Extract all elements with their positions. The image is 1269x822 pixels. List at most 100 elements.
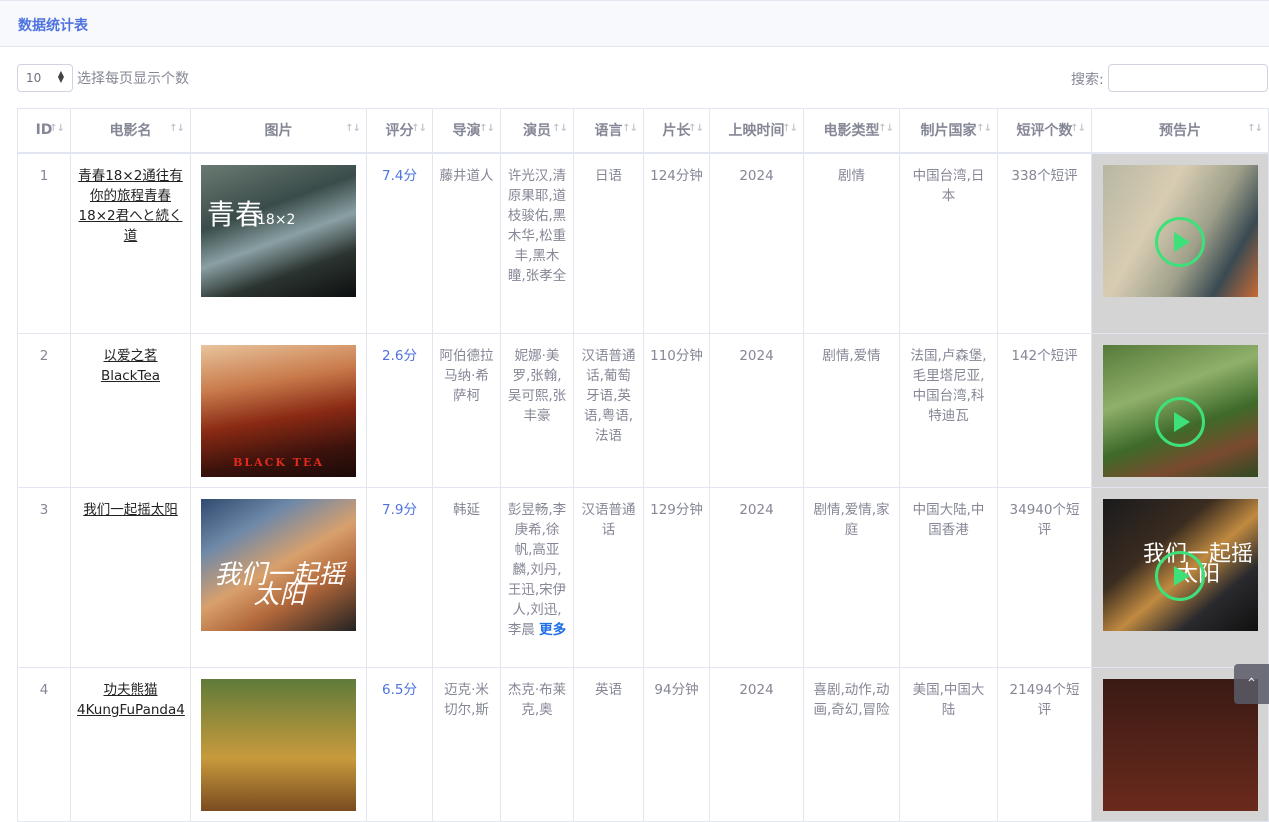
cell-release: 2024 [709,487,804,668]
cell-score: 6.5分 [366,667,433,822]
sort-icon: ↑↓ [552,123,568,134]
play-icon[interactable] [1154,216,1205,267]
sort-icon: ↑↓ [49,123,65,134]
cell-director: 迈克·米切尔,斯 [432,667,501,822]
cell-actors: 杰克·布莱克,奥 [500,667,574,822]
cell-reviews: 142个短评 [997,333,1092,488]
cell-trailer [1091,333,1269,488]
select-arrows-icon: ▲ ▼ [57,69,64,84]
cell-reviews: 34940个短评 [997,487,1092,668]
movie-link[interactable]: 我们一起摇太阳 [83,502,178,518]
sort-icon: ↑↓ [878,123,894,134]
column-header-trailer[interactable]: 预告片 ↑↓ [1091,108,1269,154]
movie-link[interactable]: 功夫熊猫 [104,682,158,698]
search-label: 搜索: [1071,72,1104,88]
page-length-label: 选择每页显示个数 [77,71,189,87]
cell-actors: 许光汉,清原果耶,道枝骏佑,黑木华,松重丰,黑木瞳,张孝全 [500,152,574,334]
movie-link[interactable]: 以爱之茗 [104,348,158,364]
poster-image[interactable]: 青春 18×2 [201,164,356,297]
cell-poster [190,667,367,822]
cell-director: 藤井道人 [432,152,501,334]
table-row: 2 以爱之茗 BlackTea BLACK TEA 2.6分 阿伯德拉马纳·希萨… [17,333,1269,488]
cell-duration: 124分钟 [643,152,710,334]
sort-icon: ↑↓ [688,123,704,134]
sort-icon: ↑↓ [411,123,427,134]
sort-icon: ↑↓ [622,123,638,134]
movie-link[interactable]: 青春18×2通往有你的旅程青春18×2君へと続く道 [78,168,183,244]
movie-link-en[interactable]: 4KungFuPanda4 [77,702,185,718]
table-row: 4 功夫熊猫 4KungFuPanda4 6.5分 迈克·米切尔,斯 杰克·布莱… [17,667,1269,822]
cell-name: 以爱之茗 BlackTea [70,333,191,488]
cell-id: 4 [17,667,71,822]
play-icon[interactable] [1154,551,1205,601]
column-header-score[interactable]: 评分 ↑↓ [366,108,433,154]
table-row: 1 青春18×2通往有你的旅程青春18×2君へと続く道 青春 18×2 7.4分… [17,152,1269,334]
page-title: 数据统计表 [18,18,88,34]
cell-country: 中国台湾,日本 [899,152,998,334]
sort-icon: ↑↓ [169,123,185,134]
more-link[interactable]: 更多 [539,622,566,638]
cell-reviews: 21494个短评 [997,667,1092,822]
sort-icon: ↑↓ [782,123,798,134]
column-header-actors[interactable]: 演员 ↑↓ [500,108,574,154]
cell-country: 美国,中国大陆 [899,667,998,822]
column-header-release[interactable]: 上映时间 ↑↓ [709,108,804,154]
trailer-video[interactable]: 我们一起摇太阳 [1102,499,1258,631]
cell-duration: 94分钟 [643,667,710,822]
sort-icon: ↑↓ [1247,123,1263,134]
play-icon[interactable] [1154,397,1205,447]
cell-duration: 129分钟 [643,487,710,668]
cell-name: 我们一起摇太阳 [70,487,191,668]
cell-id: 2 [17,333,71,488]
actors-text: 彭昱畅,李庚希,徐帆,高亚麟,刘丹,王迅,宋伊人,刘迅,李晨 [507,502,567,638]
chevron-up-icon: ⌃ [1245,676,1258,692]
cell-poster: 我们一起摇太阳 [190,487,367,668]
column-header-name[interactable]: 电影名 ↑↓ [70,108,191,154]
page-length-select[interactable]: 10 ▲ ▼ [17,64,73,92]
cell-actors: 彭昱畅,李庚希,徐帆,高亚麟,刘丹,王迅,宋伊人,刘迅,李晨 更多 [500,487,574,668]
cell-duration: 110分钟 [643,333,710,488]
cell-language: 日语 [573,152,644,334]
column-header-director[interactable]: 导演 ↑↓ [432,108,501,154]
poster-image[interactable]: BLACK TEA [201,345,356,477]
cell-score: 7.9分 [366,487,433,668]
column-header-genre[interactable]: 电影类型 ↑↓ [803,108,900,154]
cell-trailer [1091,152,1269,334]
cell-genre: 剧情,爱情,家庭 [803,487,900,668]
cell-reviews: 338个短评 [997,152,1092,334]
cell-language: 汉语普通话 [573,487,644,668]
column-header-id[interactable]: ID ↑↓ [17,108,71,154]
movie-link-en[interactable]: BlackTea [101,368,160,384]
cell-poster: 青春 18×2 [190,152,367,334]
column-header-language[interactable]: 语言 ↑↓ [573,108,644,154]
trailer-video[interactable] [1102,345,1258,477]
column-header-duration[interactable]: 片长 ↑↓ [643,108,710,154]
column-header-country[interactable]: 制片国家 ↑↓ [899,108,998,154]
card-header: 数据统计表 [0,0,1269,47]
cell-language: 汉语普通话,葡萄牙语,英语,粤语,法语 [573,333,644,488]
poster-title-text: 青春 [207,197,264,231]
cell-country: 中国大陆,中国香港 [899,487,998,668]
cell-id: 1 [17,152,71,334]
sort-icon: ↑↓ [345,123,361,134]
cell-actors: 妮娜·美罗,张翰,吴可熙,张丰豪 [500,333,574,488]
cell-release: 2024 [709,667,804,822]
poster-title-text: 我们一起摇太阳 [214,560,345,610]
trailer-video[interactable] [1102,164,1258,297]
cell-release: 2024 [709,333,804,488]
poster-image[interactable]: 我们一起摇太阳 [201,499,356,631]
cell-genre: 剧情 [803,152,900,334]
cell-poster: BLACK TEA [190,333,367,488]
search-input[interactable] [1108,64,1268,92]
cell-country: 法国,卢森堡,毛里塔尼亚,中国台湾,科特迪瓦 [899,333,998,488]
cell-release: 2024 [709,152,804,334]
column-header-poster[interactable]: 图片 ↑↓ [190,108,367,154]
poster-image[interactable] [201,679,356,811]
cell-score: 2.6分 [366,333,433,488]
back-to-top-button[interactable]: ⌃ [1234,664,1269,704]
cell-id: 3 [17,487,71,668]
cell-language: 英语 [573,667,644,822]
column-header-reviews[interactable]: 短评个数 ↑↓ [997,108,1092,154]
cell-name: 功夫熊猫 4KungFuPanda4 [70,667,191,822]
cell-score: 7.4分 [366,152,433,334]
